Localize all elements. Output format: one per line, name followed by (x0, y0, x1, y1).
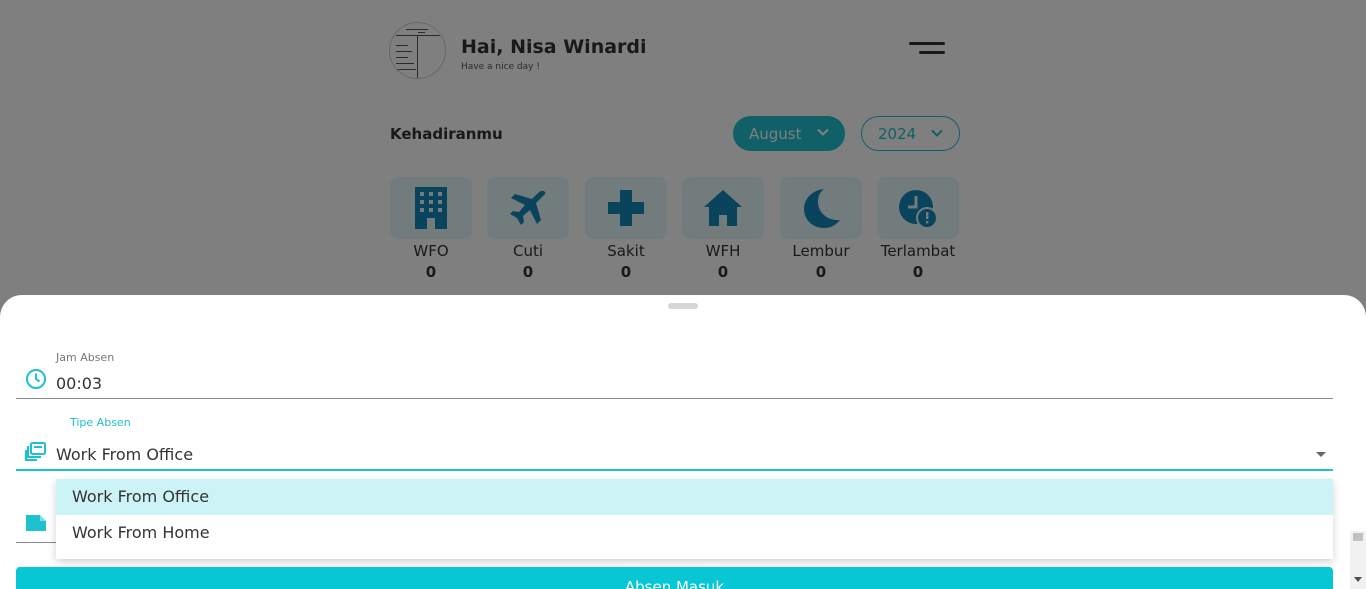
scroll-down-arrow-icon[interactable] (1354, 577, 1362, 582)
tipe-absen-options-menu: Work From Office Work From Home (56, 479, 1333, 559)
library-icon (25, 442, 46, 461)
divider (16, 398, 1333, 399)
option-work-from-office[interactable]: Work From Office (56, 479, 1333, 515)
note-icon (26, 515, 46, 531)
dropdown-arrow-icon[interactable] (1316, 452, 1326, 457)
absen-masuk-button[interactable]: Absen Masuk (16, 567, 1333, 589)
drag-handle[interactable] (668, 303, 698, 309)
scrollbar-thumb[interactable] (1353, 533, 1363, 541)
scrollbar[interactable] (1350, 531, 1366, 589)
tipe-absen-label: Tipe Absen (70, 416, 131, 429)
jam-absen-label: Jam Absen (56, 351, 115, 364)
jam-absen-input[interactable]: 00:03 (56, 374, 102, 393)
tipe-absen-select[interactable]: Work From Office (56, 445, 193, 464)
option-work-from-home[interactable]: Work From Home (56, 515, 1333, 551)
clock-icon (26, 369, 46, 389)
focused-divider (16, 469, 1333, 471)
attendance-bottom-sheet: Jam Absen 00:03 Tipe Absen Work From Off… (0, 295, 1366, 589)
